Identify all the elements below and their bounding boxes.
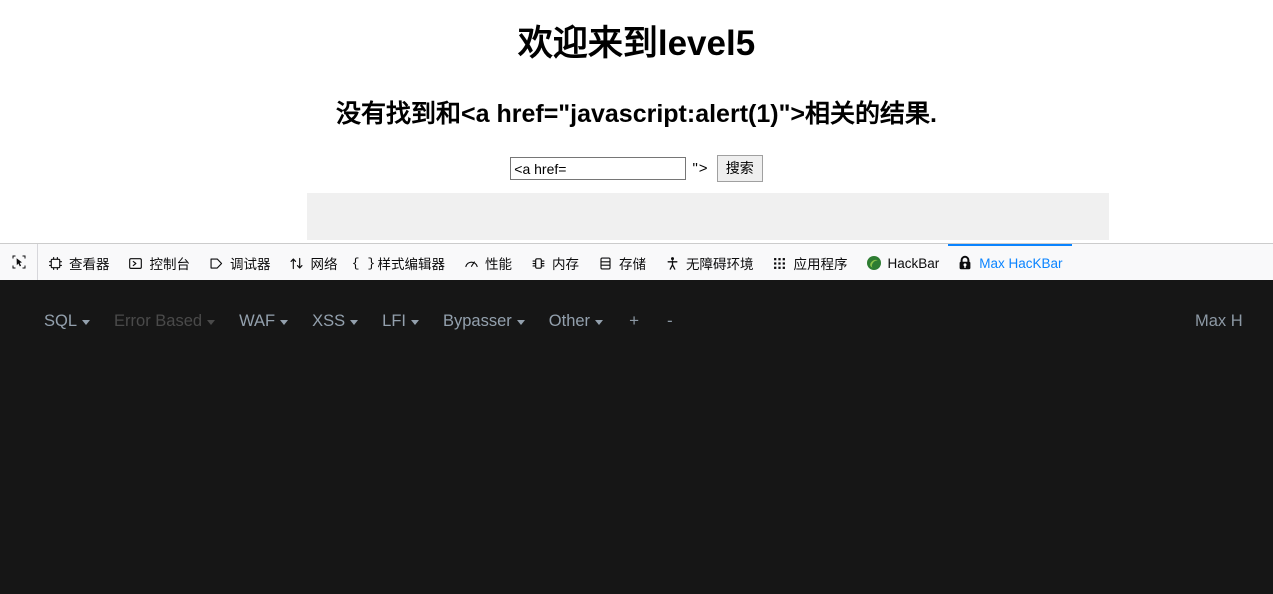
tab-inspector[interactable]: 查看器: [38, 244, 119, 280]
tab-performance-label: 性能: [485, 257, 512, 272]
max-hackbar-panel: SQL Error Based WAF XSS LFI Bypasser Oth…: [0, 280, 1273, 594]
page-title: 欢迎来到level5: [517, 24, 756, 63]
debugger-icon: [208, 255, 224, 271]
menu-waf[interactable]: WAF: [227, 308, 300, 335]
tab-storage-label: 存储: [619, 257, 646, 272]
hackbar-icon: [866, 255, 882, 271]
menu-sql-label: SQL: [44, 311, 78, 330]
menu-waf-label: WAF: [239, 311, 276, 330]
hackbar-brand-label: Max H: [1195, 311, 1243, 330]
chevron-down-icon: [516, 320, 525, 325]
menu-bypasser-label: Bypasser: [443, 311, 512, 330]
search-button[interactable]: 搜索: [716, 155, 763, 182]
padlock-icon: [957, 255, 973, 271]
search-form: "> 搜索: [0, 155, 1273, 182]
tab-memory-label: 内存: [552, 257, 579, 272]
application-icon: [772, 255, 788, 271]
tab-style-editor-label: 样式编辑器: [377, 257, 446, 272]
tab-max-hackbar[interactable]: Max HacKBar: [948, 244, 1072, 280]
injected-markup-text: ">: [692, 160, 709, 177]
tab-hackbar-label: HackBar: [887, 255, 940, 271]
hackbar-menu-bar: SQL Error Based WAF XSS LFI Bypasser Oth…: [0, 298, 1273, 344]
menu-lfi-label: LFI: [382, 311, 406, 330]
broken-image-placeholder: [307, 193, 1109, 240]
tab-network[interactable]: 网络: [280, 244, 347, 280]
menu-other-label: Other: [548, 311, 591, 330]
web-page-content: 欢迎来到level5 没有找到和<a href="javascript:aler…: [0, 0, 1273, 242]
tab-accessibility-label: 无障碍环境: [686, 257, 754, 272]
search-result-message: 没有找到和<a href="javascript:alert(1)">相关的结果…: [336, 100, 937, 128]
element-picker-icon: [11, 254, 27, 270]
tab-console[interactable]: 控制台: [119, 244, 200, 280]
devtools-toolbar: 查看器 控制台 调试器 网络 { } 样式编辑器 性能 内存 存储 无障碍环境 …: [0, 243, 1273, 280]
chevron-down-icon: [350, 320, 359, 325]
tab-console-label: 控制台: [149, 257, 191, 272]
menu-bypasser[interactable]: Bypasser: [431, 308, 537, 335]
network-icon: [289, 255, 305, 271]
inspector-icon: [47, 255, 63, 271]
menu-xss[interactable]: XSS: [300, 308, 370, 335]
chevron-down-icon: [82, 320, 91, 325]
element-picker-button[interactable]: [0, 244, 38, 280]
menu-xss-label: XSS: [312, 311, 346, 330]
performance-icon: [463, 255, 479, 271]
tab-max-hackbar-label: Max HacKBar: [979, 255, 1063, 271]
chevron-down-icon: [411, 320, 419, 325]
tab-accessibility[interactable]: 无障碍环境: [655, 244, 763, 280]
menu-error-based: Error Based: [102, 308, 227, 335]
tab-style-editor[interactable]: { } 样式编辑器: [347, 244, 455, 280]
tab-performance[interactable]: 性能: [454, 244, 521, 280]
menu-other[interactable]: Other: [537, 308, 615, 335]
add-tab-button[interactable]: +: [615, 307, 653, 335]
storage-icon: [597, 255, 613, 271]
chevron-down-icon: [280, 320, 289, 325]
tab-hackbar[interactable]: HackBar: [857, 244, 949, 280]
tab-application[interactable]: 应用程序: [763, 244, 857, 280]
memory-icon: [530, 255, 546, 271]
tab-application-label: 应用程序: [793, 257, 848, 272]
style-editor-icon: { }: [351, 255, 376, 271]
tab-inspector-label: 查看器: [69, 257, 110, 272]
tab-network-label: 网络: [310, 257, 338, 272]
menu-error-based-label: Error Based: [114, 311, 203, 330]
accessibility-icon: [664, 255, 680, 271]
tab-debugger-label: 调试器: [230, 257, 271, 272]
tab-storage[interactable]: 存储: [588, 244, 655, 280]
tab-debugger[interactable]: 调试器: [199, 244, 280, 280]
remove-tab-button[interactable]: -: [653, 307, 687, 335]
tab-memory[interactable]: 内存: [521, 244, 588, 280]
search-input[interactable]: [510, 157, 687, 180]
console-icon: [128, 255, 144, 271]
menu-sql[interactable]: SQL: [32, 308, 102, 335]
chevron-down-icon: [595, 320, 604, 325]
menu-lfi[interactable]: LFI: [370, 308, 431, 335]
chevron-down-icon: [207, 320, 216, 325]
